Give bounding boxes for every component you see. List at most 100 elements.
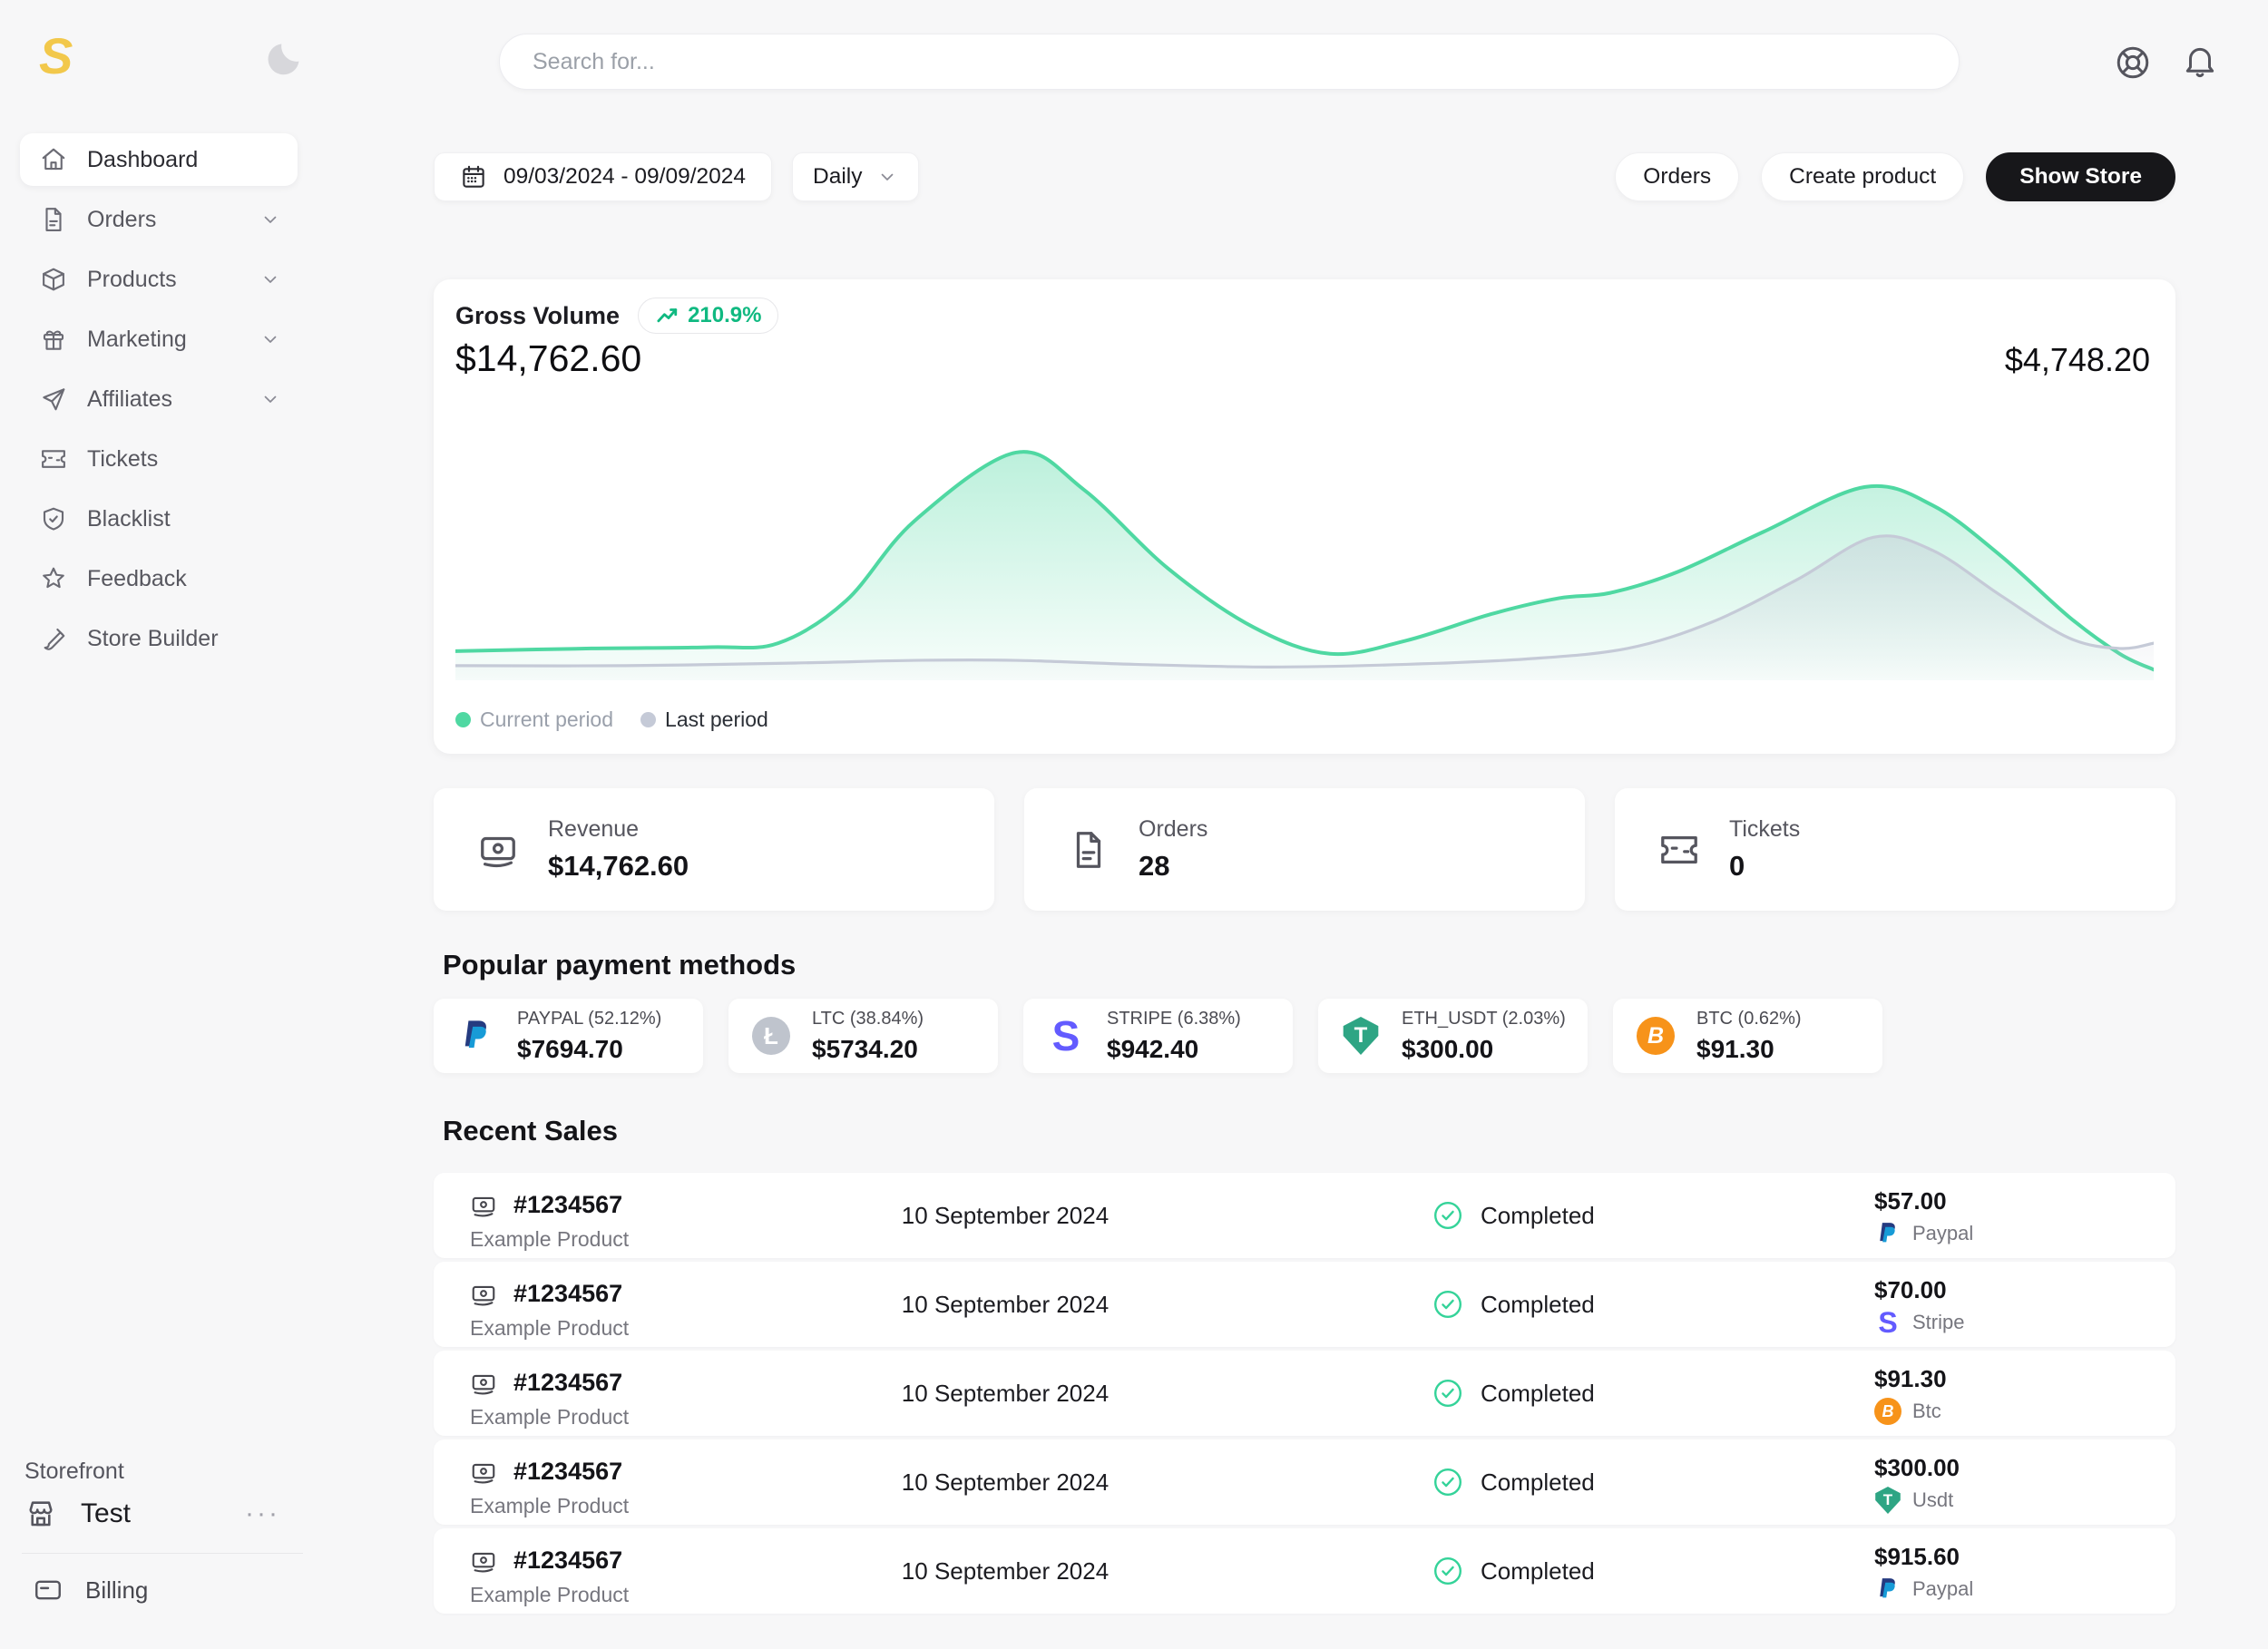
- check-circle-icon: [1432, 1199, 1464, 1232]
- search-input[interactable]: [531, 48, 1928, 76]
- growth-badge: 210.9%: [638, 298, 778, 334]
- sale-row[interactable]: #1234567 Example Product 10 September 20…: [434, 1262, 2175, 1347]
- stat-label: Tickets: [1729, 816, 1800, 843]
- sidebar-item-store-builder[interactable]: Store Builder: [20, 612, 298, 665]
- payment-card-btc[interactable]: BTC (0.62%) $91.30: [1613, 999, 1882, 1073]
- payment-card-stripe[interactable]: STRIPE (6.38%) $942.40: [1023, 999, 1293, 1073]
- chart-legend: Current period Last period: [455, 707, 768, 732]
- sale-row[interactable]: #1234567 Example Product 10 September 20…: [434, 1173, 2175, 1258]
- show-store-button[interactable]: Show Store: [1986, 152, 2175, 201]
- chevron-down-icon: [876, 166, 898, 188]
- orders-button[interactable]: Orders: [1615, 152, 1739, 201]
- chevron-down-icon: [259, 328, 281, 350]
- stat-cards: Revenue $14,762.60 Orders 28 Tickets 0: [434, 788, 2175, 911]
- revenue-card[interactable]: Revenue $14,762.60: [434, 788, 994, 911]
- create-product-button[interactable]: Create product: [1761, 152, 1964, 201]
- sidebar-item-label: Affiliates: [87, 386, 172, 413]
- banknote-icon: [470, 1547, 497, 1575]
- home-icon: [40, 146, 67, 173]
- date-range-picker[interactable]: 09/03/2024 - 09/09/2024: [434, 152, 772, 201]
- sidebar-item-affiliates[interactable]: Affiliates: [20, 373, 298, 425]
- banknote-icon: [470, 1370, 497, 1397]
- calendar-icon: [460, 163, 487, 190]
- legend-last-period[interactable]: Last period: [640, 707, 768, 732]
- storefront-name: Test: [81, 1498, 131, 1529]
- sidebar-item-label: Marketing: [87, 327, 187, 353]
- paypal-icon: [1874, 1220, 1901, 1247]
- interval-select[interactable]: Daily: [792, 152, 919, 201]
- paypal-icon: [1874, 1576, 1901, 1603]
- area-chart[interactable]: [455, 405, 2154, 688]
- litecoin-icon: [752, 1017, 790, 1055]
- check-circle-icon: [1432, 1466, 1464, 1498]
- chart-title: Gross Volume: [455, 302, 620, 330]
- storefront-selector[interactable]: Test ···: [24, 1498, 306, 1530]
- file-text-icon: [1068, 829, 1110, 871]
- app-logo[interactable]: S: [39, 31, 73, 82]
- tickets-card[interactable]: Tickets 0: [1615, 788, 2175, 911]
- toolbar: 09/03/2024 - 09/09/2024 Daily Orders Cre…: [434, 151, 2175, 203]
- billing-label: Billing: [85, 1576, 148, 1605]
- sale-row[interactable]: #1234567 Example Product 10 September 20…: [434, 1528, 2175, 1614]
- dark-mode-toggle-moon-icon[interactable]: [263, 38, 305, 80]
- stripe-icon: [1874, 1309, 1901, 1336]
- check-circle-icon: [1432, 1288, 1464, 1321]
- sale-row[interactable]: #1234567 Example Product 10 September 20…: [434, 1351, 2175, 1436]
- notifications-bell-icon[interactable]: [2181, 42, 2219, 80]
- payment-method-cards: PAYPAL (52.12%) $7694.70 LTC (38.84%) $5…: [434, 999, 1882, 1073]
- payments-heading: Popular payment methods: [443, 949, 796, 981]
- banknote-icon: [470, 1459, 497, 1486]
- check-circle-icon: [1432, 1555, 1464, 1587]
- toolbar-actions: Orders Create product Show Store: [1615, 152, 2175, 201]
- package-icon: [40, 266, 67, 293]
- dashboard-page: S Dashboard Orders Products Marketing Af…: [0, 0, 2268, 1649]
- storefront-label: Storefront: [24, 1459, 306, 1485]
- date-range-value: 09/03/2024 - 09/09/2024: [503, 164, 746, 190]
- stat-value: 28: [1139, 850, 1207, 883]
- legend-dot-current: [455, 712, 471, 727]
- gross-volume-card: Gross Volume 210.9% $14,762.60 $4,748.20…: [434, 279, 2175, 754]
- ticket-icon: [1658, 829, 1700, 871]
- banknote-icon: [477, 829, 519, 871]
- storefront-more-button[interactable]: ···: [245, 1498, 280, 1529]
- gift-icon: [40, 326, 67, 353]
- sidebar-item-products[interactable]: Products: [20, 253, 298, 306]
- gross-volume-value: $14,762.60: [455, 337, 641, 380]
- storefront-section: Storefront Test ···: [24, 1459, 306, 1530]
- sidebar-item-billing[interactable]: Billing: [33, 1575, 148, 1605]
- tether-icon: [1342, 1017, 1380, 1055]
- payment-card-ltc[interactable]: LTC (38.84%) $5734.20: [728, 999, 998, 1073]
- orders-card[interactable]: Orders 28: [1024, 788, 1585, 911]
- sidebar-item-feedback[interactable]: Feedback: [20, 552, 298, 605]
- payment-card-eth-usdt[interactable]: ETH_USDT (2.03%) $300.00: [1318, 999, 1588, 1073]
- check-circle-icon: [1432, 1377, 1464, 1410]
- payment-card-paypal[interactable]: PAYPAL (52.12%) $7694.70: [434, 999, 703, 1073]
- sidebar-item-marketing[interactable]: Marketing: [20, 313, 298, 366]
- credit-card-icon: [33, 1575, 64, 1605]
- banknote-icon: [470, 1192, 497, 1219]
- recent-sales-heading: Recent Sales: [443, 1115, 618, 1147]
- last-period-value: $4,748.20: [2005, 341, 2150, 379]
- sidebar-item-blacklist[interactable]: Blacklist: [20, 493, 298, 545]
- help-lifebuoy-icon[interactable]: [2114, 44, 2152, 82]
- recent-sales-list: #1234567 Example Product 10 September 20…: [434, 1173, 2175, 1617]
- star-icon: [40, 565, 67, 592]
- sidebar-item-label: Feedback: [87, 566, 187, 592]
- legend-dot-last: [640, 712, 656, 727]
- stat-label: Orders: [1139, 816, 1207, 843]
- search-bar[interactable]: [499, 34, 1960, 90]
- sale-row[interactable]: #1234567 Example Product 10 September 20…: [434, 1439, 2175, 1525]
- interval-value: Daily: [813, 164, 862, 190]
- sidebar-item-label: Store Builder: [87, 626, 219, 652]
- shield-check-icon: [40, 505, 67, 532]
- bitcoin-icon: [1874, 1398, 1901, 1425]
- sidebar: Dashboard Orders Products Marketing Affi…: [20, 133, 298, 672]
- sidebar-item-dashboard[interactable]: Dashboard: [20, 133, 298, 186]
- legend-current-period[interactable]: Current period: [455, 707, 613, 732]
- paypal-icon: [457, 1017, 495, 1055]
- sidebar-item-tickets[interactable]: Tickets: [20, 433, 298, 485]
- sidebar-item-orders[interactable]: Orders: [20, 193, 298, 246]
- send-icon: [40, 385, 67, 413]
- stat-value: 0: [1729, 850, 1800, 883]
- tether-icon: [1874, 1487, 1901, 1514]
